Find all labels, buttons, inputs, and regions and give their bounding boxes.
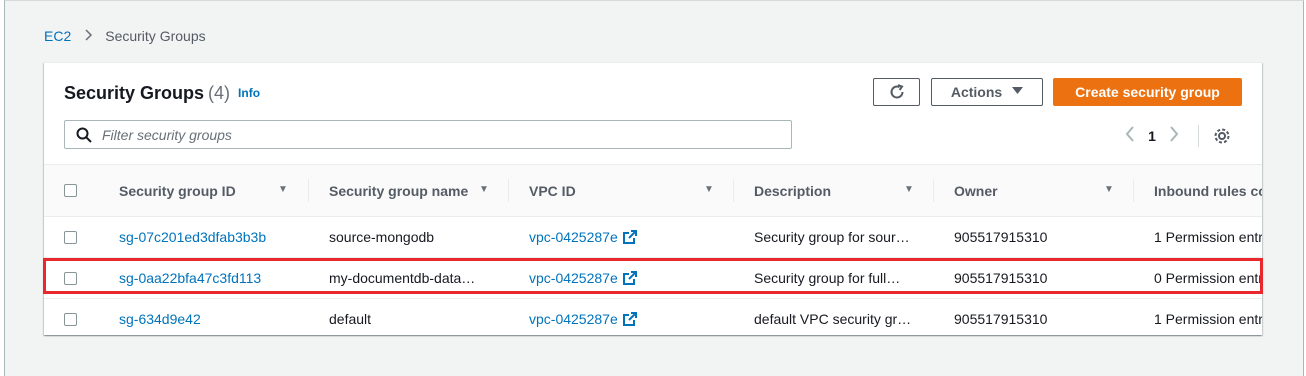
- owner: 905517915310: [954, 270, 1048, 286]
- create-security-group-button[interactable]: Create security group: [1053, 78, 1242, 106]
- pager-divider: [1198, 125, 1199, 147]
- sort-down-icon: ▼: [278, 184, 288, 195]
- external-link-icon: [622, 230, 637, 244]
- info-link[interactable]: Info: [238, 86, 260, 100]
- table-row[interactable]: sg-07c201ed3dfab3b3b source-mongodb vpc-…: [44, 217, 1262, 258]
- owner: 905517915310: [954, 311, 1048, 327]
- refresh-icon: [890, 84, 904, 99]
- chevron-right-icon: [85, 28, 93, 44]
- description: Security group for full…: [754, 270, 901, 286]
- actions-label: Actions: [950, 84, 1003, 100]
- description: Security group for sour…: [754, 229, 910, 245]
- security-groups-panel: Security Groups (4) Info Actions Create se…: [44, 62, 1262, 335]
- page-title: Security Groups (4) Info: [64, 83, 260, 104]
- current-page-number[interactable]: 1: [1140, 128, 1164, 144]
- inbound-rules: 1 Permission entr: [1154, 311, 1262, 327]
- description: default VPC security gr…: [754, 311, 912, 327]
- column-header-description[interactable]: Description ▼: [734, 165, 934, 216]
- inbound-rules: 0 Permission entr: [1154, 270, 1262, 286]
- column-header-vpc-id[interactable]: VPC ID ▼: [509, 165, 734, 216]
- row-checkbox[interactable]: [64, 230, 77, 244]
- select-all-cell: [64, 165, 104, 216]
- search-field[interactable]: [64, 120, 792, 149]
- security-group-name: default: [329, 311, 372, 327]
- security-group-id-link[interactable]: sg-0aa22bfa47c3fd113: [119, 258, 261, 298]
- security-group-name: my-documentdb-data…: [329, 270, 476, 286]
- row-checkbox[interactable]: [64, 312, 77, 326]
- security-groups-table: Security group ID ▼ Security group name …: [44, 164, 1262, 335]
- security-group-id-link[interactable]: sg-634d9e42: [119, 299, 201, 335]
- actions-dropdown-button[interactable]: Actions: [931, 78, 1043, 106]
- breadcrumb-current: Security Groups: [105, 28, 206, 44]
- vpc-id-link[interactable]: vpc-0425287e: [529, 299, 637, 335]
- previous-page-icon[interactable]: [1120, 125, 1140, 147]
- external-link-icon: [622, 312, 637, 326]
- pagination: 1: [1120, 125, 1231, 147]
- security-group-id-link[interactable]: sg-07c201ed3dfab3b3b: [119, 217, 266, 257]
- breadcrumb-ec2-link[interactable]: EC2: [44, 28, 71, 44]
- page-background: EC2 Security Groups Security Groups (4) In…: [4, 0, 1304, 376]
- select-all-checkbox[interactable]: [64, 184, 77, 197]
- group-count: (4): [208, 83, 231, 103]
- column-header-owner[interactable]: Owner ▼: [934, 165, 1134, 216]
- search-icon: [76, 127, 92, 143]
- table-row[interactable]: sg-0aa22bfa47c3fd113 my-documentdb-data……: [44, 258, 1262, 299]
- title-text: Security Groups: [64, 83, 205, 103]
- table-row[interactable]: sg-634d9e42 default vpc-0425287e default…: [44, 299, 1262, 335]
- breadcrumb: EC2 Security Groups: [44, 28, 206, 44]
- column-header-security-group-name[interactable]: Security group name ▼: [309, 165, 509, 216]
- gear-icon[interactable]: [1213, 127, 1231, 145]
- owner: 905517915310: [954, 229, 1048, 245]
- column-header-security-group-id[interactable]: Security group ID ▼: [104, 165, 309, 216]
- column-header-inbound-rules-count[interactable]: Inbound rules co: [1134, 165, 1262, 216]
- external-link-icon: [622, 271, 637, 285]
- table-header: Security group ID ▼ Security group name …: [44, 164, 1262, 217]
- vpc-id-link[interactable]: vpc-0425287e: [529, 217, 637, 257]
- vpc-id-link[interactable]: vpc-0425287e: [529, 258, 637, 298]
- sort-down-icon: ▼: [704, 184, 714, 195]
- sort-down-icon: ▼: [479, 184, 489, 195]
- security-group-name: source-mongodb: [329, 229, 435, 245]
- row-checkbox[interactable]: [64, 271, 77, 285]
- next-page-icon[interactable]: [1164, 125, 1184, 147]
- inbound-rules: 1 Permission entr: [1154, 229, 1262, 245]
- sort-down-icon: ▼: [904, 184, 914, 195]
- sort-down-icon: ▼: [1104, 184, 1114, 195]
- search-input[interactable]: [100, 125, 784, 144]
- refresh-button[interactable]: [873, 78, 920, 106]
- caret-down-icon: [1012, 86, 1024, 98]
